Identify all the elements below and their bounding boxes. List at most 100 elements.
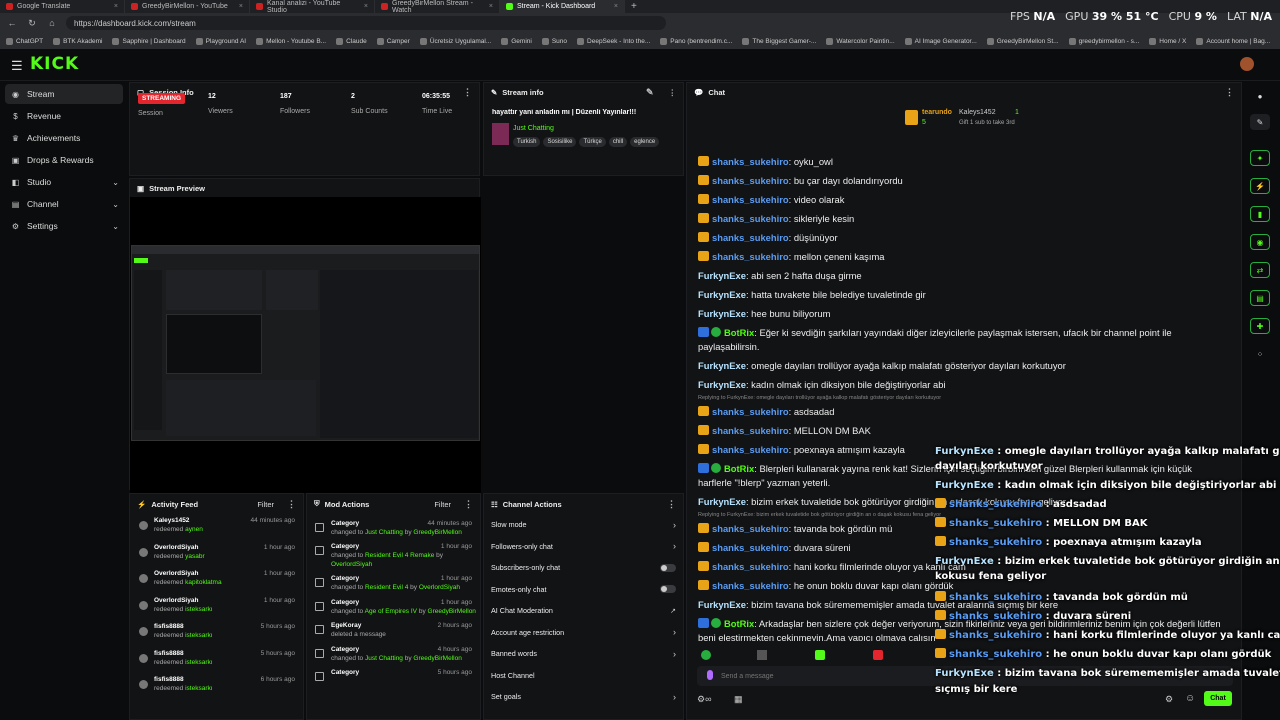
mod-action-user[interactable]: GreedyBirMellon (428, 608, 476, 615)
chat-username[interactable]: FurkynExe (698, 270, 746, 281)
sidebar-item-achievements[interactable]: ♛ Achievements (5, 128, 123, 148)
chat-username[interactable]: FurkynExe (698, 496, 746, 507)
browser-tab[interactable]: Stream - Kick Dashboard × (500, 0, 625, 13)
chat-send-button[interactable]: Chat (1204, 691, 1232, 706)
mod-action-user[interactable]: OverlordSiyah (331, 561, 372, 568)
channel-action-host-channel[interactable]: Host Channel (484, 665, 683, 687)
channel-action-ai-chat-moderation[interactable]: AI Chat Moderation ↗ (484, 600, 683, 622)
channel-action-slow-mode[interactable]: Slow mode › (484, 514, 683, 536)
sidebar-item-studio[interactable]: ◧ Studio ⌄ (5, 172, 123, 192)
mod-action-category[interactable]: Just Chatting (365, 529, 403, 536)
chat-username[interactable]: shanks_sukehiro (712, 213, 789, 224)
bookmark-item[interactable]: greedybirmellon - s... (1068, 37, 1139, 45)
bookmark-item[interactable]: Watercolor Paintin... (826, 37, 895, 45)
bookmark-item[interactable]: Sapphire | Dashboard (112, 37, 186, 45)
emote-icon[interactable] (757, 650, 767, 660)
channel-action-banned-words[interactable]: Banned words › (484, 643, 683, 665)
channel-action-emotes-only-chat[interactable]: Emotes-only chat (484, 579, 683, 601)
menu-icon[interactable]: ☰ (11, 58, 23, 74)
sidebar-item-settings[interactable]: ⚙ Settings ⌄ (5, 216, 123, 236)
bookmark-item[interactable]: Home / X (1149, 37, 1186, 45)
link-icon[interactable]: ⇄ (1250, 262, 1270, 278)
emote-icon[interactable] (815, 650, 825, 660)
emote-icon[interactable] (873, 650, 883, 660)
mod-action-category[interactable]: Age of Empires IV (365, 608, 417, 615)
settings-icon[interactable]: ⚙ (1165, 694, 1173, 705)
chat-username[interactable]: BotRix (724, 327, 754, 338)
apps-icon[interactable]: ⁘ (1250, 346, 1270, 362)
stream-tag[interactable]: eglence (630, 137, 660, 147)
chat-username[interactable]: shanks_sukehiro (712, 194, 789, 205)
stream-tag[interactable]: Türkçe (579, 137, 606, 147)
sidebar-item-stream[interactable]: ◉ Stream (5, 84, 123, 104)
mod-filter-button[interactable]: Filter (434, 500, 451, 509)
bookmark-item[interactable]: DeepSeek - Into the... (577, 37, 650, 45)
trash-icon[interactable]: ▮ (1250, 206, 1270, 222)
sidebar-item-revenue[interactable]: $ Revenue (5, 106, 123, 126)
sidebar-item-drops-rewards[interactable]: ▣ Drops & Rewards (5, 150, 123, 170)
back-icon[interactable]: ← (6, 18, 18, 28)
close-tab-icon[interactable]: × (114, 3, 118, 10)
mod-tool-icon[interactable]: ✦ (1250, 150, 1270, 166)
bookmark-item[interactable]: Account home | Bag... (1196, 37, 1270, 45)
more-options-icon[interactable]: ⋮ (463, 87, 472, 98)
chat-username[interactable]: shanks_sukehiro (712, 425, 789, 436)
chat-username[interactable]: shanks_sukehiro (712, 156, 789, 167)
chat-username[interactable]: BotRix (724, 618, 754, 629)
emote-picker-icon[interactable]: ☺ (1185, 693, 1195, 704)
mod-action-user[interactable]: GreedyBirMellon (413, 529, 461, 536)
chat-username[interactable]: shanks_sukehiro (712, 542, 789, 553)
bookmark-item[interactable]: Mellon - Youtube B... (256, 37, 326, 45)
more-options-icon[interactable]: ⋮ (667, 499, 676, 510)
browser-tab[interactable]: Google Translate × (0, 0, 125, 13)
chat-username[interactable]: shanks_sukehiro (712, 523, 789, 534)
wrench-icon[interactable]: ✚ (1250, 318, 1270, 334)
chat-username[interactable]: shanks_sukehiro (712, 444, 789, 455)
calendar-icon[interactable]: ▦ (734, 694, 743, 705)
chat-username[interactable]: FurkynExe (698, 289, 746, 300)
info-icon[interactable]: ● (1250, 88, 1270, 104)
mod-action-user[interactable]: GreedyBirMellon (413, 655, 461, 662)
bookmark-item[interactable]: GreedyBirMellon St... (986, 37, 1059, 45)
bookmark-item[interactable]: Camper (376, 37, 410, 45)
browser-tab[interactable]: GreedyBirMellon Stream - Watch × (375, 0, 500, 14)
bookmark-item[interactable]: Playground AI (195, 37, 246, 45)
mod-action-category[interactable]: Resident Evil 4 (365, 584, 408, 591)
browser-tab[interactable]: GreedyBirMellon - YouTube × (125, 0, 250, 13)
chat-username[interactable]: shanks_sukehiro (712, 232, 789, 243)
bookmark-item[interactable]: Gemini (501, 37, 532, 45)
stream-tag[interactable]: Sosisilike (543, 137, 577, 147)
toggle-switch[interactable] (660, 585, 676, 594)
browser-tab[interactable]: Kanal analizi - YouTube Studio × (250, 0, 375, 14)
toggle-switch[interactable] (660, 563, 676, 572)
bookmark-item[interactable]: Claude (336, 37, 367, 45)
chat-username[interactable]: BotRix (724, 463, 754, 474)
bookmark-item[interactable]: Pano (bentrendim.c... (660, 37, 732, 45)
bookmark-item[interactable]: BTK Akademi (53, 37, 102, 45)
save-icon[interactable]: ▤ (1250, 290, 1270, 306)
chat-username[interactable]: shanks_sukehiro (712, 561, 789, 572)
edit-icon[interactable]: ✎ (646, 87, 654, 98)
new-tab-button[interactable]: + (631, 1, 637, 12)
kick-logo[interactable]: KICK (30, 54, 79, 74)
more-options-icon[interactable]: ⋮ (464, 499, 473, 510)
more-options-icon[interactable]: ⋮ (1225, 87, 1234, 98)
chat-username[interactable]: shanks_sukehiro (712, 175, 789, 186)
chat-username[interactable]: shanks_sukehiro (712, 251, 789, 262)
channel-action-set-goals[interactable]: Set goals › (484, 686, 683, 708)
chat-icon[interactable]: ◉ (1250, 234, 1270, 250)
channel-action-account-age-restriction[interactable]: Account age restriction › (484, 622, 683, 644)
bookmark-item[interactable]: Suno (541, 37, 567, 45)
mod-action-category[interactable]: Just Chatting (365, 655, 403, 662)
reload-icon[interactable]: ↻ (26, 18, 38, 29)
activity-filter-button[interactable]: Filter (257, 500, 274, 509)
channel-action-subscribers-only-chat[interactable]: Subscribers-only chat (484, 557, 683, 579)
bookmark-item[interactable]: Ücretsiz Uygulamal... (419, 37, 491, 45)
preview-video[interactable] (130, 197, 481, 493)
emote-icon[interactable] (701, 650, 711, 660)
chat-settings-icon[interactable]: ⚙∞ (697, 694, 711, 705)
channel-action-followers-only-chat[interactable]: Followers-only chat › (484, 536, 683, 558)
close-tab-icon[interactable]: × (364, 3, 368, 10)
more-options-icon[interactable]: ⋮ (669, 88, 677, 97)
mod-action-user[interactable]: OverlordSiyah (419, 584, 460, 591)
